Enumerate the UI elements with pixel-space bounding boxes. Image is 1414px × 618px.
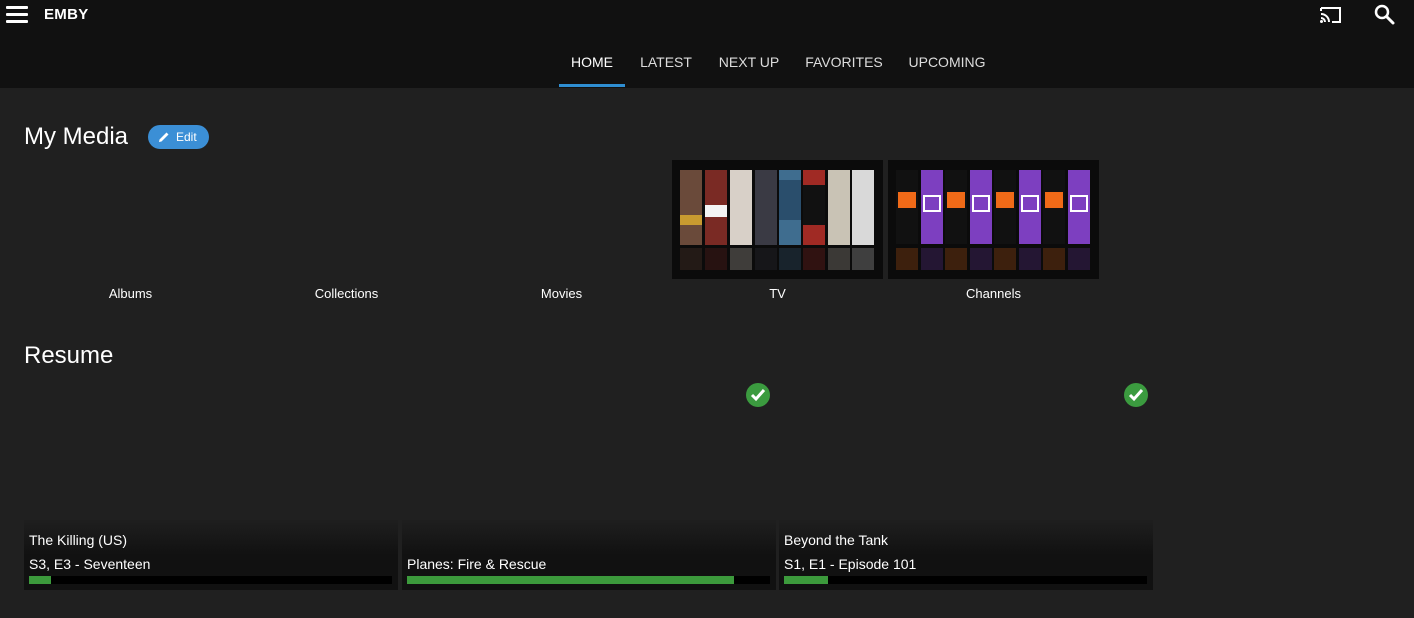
edit-button-label: Edit — [176, 130, 197, 144]
active-tab-indicator — [559, 84, 625, 87]
progress-fill — [407, 576, 734, 584]
tab-upcoming[interactable]: UPCOMING — [901, 44, 993, 88]
home-tabs: HOME LATEST NEXT UP FAVORITES UPCOMING — [0, 44, 1414, 88]
tab-label: FAVORITES — [805, 54, 883, 70]
edit-button[interactable]: Edit — [148, 125, 209, 149]
library-label: TV — [769, 286, 786, 301]
library-label: Collections — [314, 286, 379, 301]
tab-next-up[interactable]: NEXT UP — [711, 44, 787, 88]
progress-bar — [407, 576, 770, 584]
library-tile-movies[interactable]: Movies — [456, 160, 667, 301]
cast-icon[interactable] — [1318, 4, 1344, 26]
tab-label: LATEST — [640, 54, 692, 70]
resume-card-planes-fire-rescue[interactable]: Planes: Fire & Rescue — [402, 380, 776, 590]
library-label: Movies — [540, 286, 583, 301]
card-info-overlay: Planes: Fire & Rescue — [402, 520, 776, 590]
resume-card-beyond-the-tank[interactable]: Beyond the Tank S1, E1 - Episode 101 — [779, 380, 1153, 590]
app-title: EMBY — [44, 6, 89, 23]
card-subtitle: S3, E3 - Seventeen — [29, 556, 151, 572]
card-info-overlay: Beyond the Tank S1, E1 - Episode 101 — [779, 520, 1153, 590]
tab-favorites[interactable]: FAVORITES — [797, 44, 891, 88]
library-tile-channels[interactable]: Channels — [888, 160, 1099, 301]
progress-fill — [29, 576, 51, 584]
resume-card-the-killing[interactable]: The Killing (US) S3, E3 - Seventeen — [24, 380, 398, 590]
played-check-icon — [1124, 383, 1148, 407]
channels-library-thumbnail — [888, 160, 1099, 279]
played-check-icon — [746, 383, 770, 407]
progress-fill — [784, 576, 828, 584]
card-subtitle: Planes: Fire & Rescue — [407, 556, 547, 572]
search-icon[interactable] — [1373, 3, 1397, 27]
tab-label: UPCOMING — [908, 54, 986, 70]
resume-heading: Resume — [24, 342, 114, 369]
library-tile-collections[interactable]: Collections — [241, 160, 452, 301]
tab-home[interactable]: HOME — [559, 44, 625, 88]
card-title: The Killing (US) — [29, 532, 128, 548]
tv-library-thumbnail — [672, 160, 883, 279]
tab-label: NEXT UP — [718, 54, 780, 70]
my-media-heading: My Media — [24, 123, 129, 150]
library-tile-albums[interactable]: Albums — [25, 160, 236, 301]
progress-bar — [29, 576, 392, 584]
pencil-icon — [159, 132, 169, 142]
card-info-overlay: The Killing (US) S3, E3 - Seventeen — [24, 520, 398, 590]
library-label: Channels — [966, 286, 1021, 301]
top-app-bar: EMBY HOME LATEST NEXT UP FAVORITES UPCOM… — [0, 0, 1414, 88]
progress-bar — [784, 576, 1147, 584]
card-title: Beyond the Tank — [784, 532, 889, 548]
library-tile-tv[interactable]: TV — [672, 160, 883, 301]
tab-latest[interactable]: LATEST — [631, 44, 701, 88]
library-label: Albums — [108, 286, 153, 301]
card-subtitle: S1, E1 - Episode 101 — [784, 556, 917, 572]
hamburger-menu-icon[interactable] — [6, 6, 28, 26]
tab-label: HOME — [571, 54, 613, 70]
